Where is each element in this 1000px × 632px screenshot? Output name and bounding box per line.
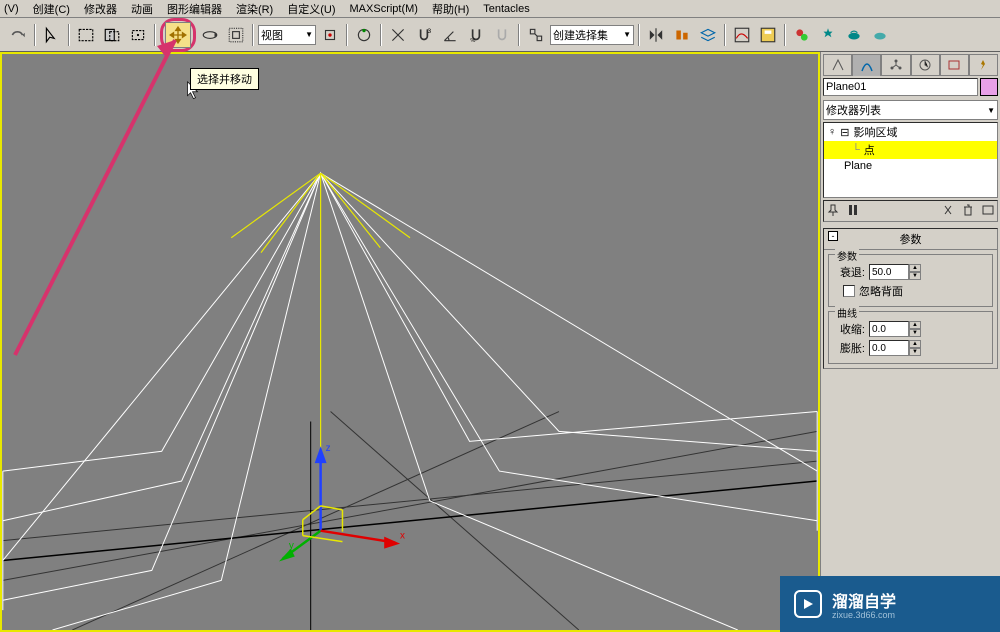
pinch-label: 收缩: bbox=[833, 321, 865, 337]
rollout-header[interactable]: - 参数 bbox=[824, 229, 997, 250]
collapse-icon[interactable]: - bbox=[828, 231, 838, 241]
use-pivot-center-button[interactable] bbox=[318, 22, 342, 48]
menu-view[interactable]: (V) bbox=[4, 3, 19, 15]
falloff-spinner[interactable]: ▲▼ bbox=[869, 264, 921, 280]
menu-create[interactable]: 创建(C) bbox=[33, 1, 70, 17]
window-crossing-button[interactable] bbox=[100, 22, 124, 48]
command-panel-tabs bbox=[823, 54, 998, 76]
modify-tab[interactable] bbox=[852, 54, 881, 76]
undo-button[interactable] bbox=[6, 22, 30, 48]
render-setup-button[interactable] bbox=[816, 22, 840, 48]
svg-text:z: z bbox=[326, 443, 331, 454]
ignore-backfacing-label: 忽略背面 bbox=[859, 283, 903, 299]
watermark-url: zixue.3d66.com bbox=[832, 610, 896, 620]
snap-toggle-button[interactable]: 3 bbox=[412, 22, 436, 48]
menu-tentacles[interactable]: Tentacles bbox=[483, 3, 529, 15]
mirror-button[interactable] bbox=[644, 22, 668, 48]
watermark-title: 溜溜自学 bbox=[832, 588, 896, 612]
object-name-input[interactable] bbox=[823, 78, 978, 96]
menu-help[interactable]: 帮助(H) bbox=[432, 1, 469, 17]
svg-text:3: 3 bbox=[427, 27, 431, 34]
select-and-rotate-button[interactable] bbox=[198, 22, 222, 48]
make-unique-icon[interactable] bbox=[941, 203, 955, 220]
named-selection-edit-button[interactable] bbox=[524, 22, 548, 48]
spinner-snap-button[interactable] bbox=[490, 22, 514, 48]
named-selection-dropdown[interactable]: 创建选择集▼ bbox=[550, 25, 634, 45]
command-panel: 修改器列表▼ ♀ ⊟ 影响区域 └ 点 Plane - 参数 参数 bbox=[820, 52, 1000, 632]
show-end-result-icon[interactable] bbox=[846, 203, 860, 220]
ignore-backfacing-checkbox[interactable] bbox=[843, 285, 855, 297]
modifier-stack-toolbar bbox=[823, 200, 998, 222]
align-button[interactable] bbox=[670, 22, 694, 48]
svg-text:%: % bbox=[470, 37, 475, 43]
configure-sets-icon[interactable] bbox=[981, 203, 995, 220]
utilities-tab[interactable] bbox=[969, 54, 998, 76]
remove-modifier-icon[interactable] bbox=[961, 203, 975, 220]
falloff-label: 衰退: bbox=[833, 264, 865, 280]
create-tab[interactable] bbox=[823, 54, 852, 76]
group-params-label: 参数 bbox=[835, 248, 859, 263]
schematic-view-button[interactable] bbox=[756, 22, 780, 48]
bubble-spinner[interactable]: ▲▼ bbox=[869, 340, 921, 356]
menu-customize[interactable]: 自定义(U) bbox=[287, 1, 335, 17]
keyboard-shortcut-button[interactable] bbox=[386, 22, 410, 48]
svg-text:x: x bbox=[400, 531, 405, 542]
layers-button[interactable] bbox=[696, 22, 720, 48]
svg-text:y: y bbox=[289, 541, 294, 552]
angle-snap-button[interactable] bbox=[438, 22, 462, 48]
stack-modifier-row[interactable]: ♀ ⊟ 影响区域 bbox=[824, 123, 997, 141]
menu-modifier[interactable]: 修改器 bbox=[84, 1, 117, 17]
render-last-button[interactable] bbox=[842, 22, 866, 48]
select-and-move-button[interactable] bbox=[160, 18, 196, 52]
menu-render[interactable]: 渲染(R) bbox=[236, 1, 273, 17]
stack-subobject-row[interactable]: └ 点 bbox=[824, 141, 997, 159]
modifier-stack[interactable]: ♀ ⊟ 影响区域 └ 点 Plane bbox=[823, 122, 998, 198]
menu-grapheditor[interactable]: 图形编辑器 bbox=[167, 1, 222, 17]
select-manipulate-button[interactable] bbox=[352, 22, 376, 48]
object-color-swatch[interactable] bbox=[980, 78, 998, 96]
bulb-icon: ♀ bbox=[828, 126, 836, 138]
play-icon bbox=[794, 590, 822, 618]
menu-bar: (V) 创建(C) 修改器 动画 图形编辑器 渲染(R) 自定义(U) MAXS… bbox=[0, 0, 1000, 18]
percent-snap-button[interactable]: % bbox=[464, 22, 488, 48]
pin-stack-icon[interactable] bbox=[826, 203, 840, 220]
tooltip: 选择并移动 bbox=[190, 68, 259, 90]
select-cursor-button[interactable] bbox=[40, 22, 64, 48]
watermark: 溜溜自学 zixue.3d66.com bbox=[780, 576, 1000, 632]
menu-anim[interactable]: 动画 bbox=[131, 1, 153, 17]
select-and-scale-button[interactable] bbox=[224, 22, 248, 48]
perspective-viewport[interactable]: z y x bbox=[0, 52, 820, 632]
pinch-spinner[interactable]: ▲▼ bbox=[869, 321, 921, 337]
hierarchy-tab[interactable] bbox=[881, 54, 910, 76]
menu-maxscript[interactable]: MAXScript(M) bbox=[350, 3, 418, 15]
display-tab[interactable] bbox=[940, 54, 969, 76]
motion-tab[interactable] bbox=[911, 54, 940, 76]
stack-base-row[interactable]: Plane bbox=[824, 159, 997, 173]
main-toolbar: 视图▼ 3 % 创建选择集▼ bbox=[0, 18, 1000, 52]
expand-icon[interactable]: ⊟ bbox=[840, 126, 849, 139]
reference-coord-dropdown[interactable]: 视图▼ bbox=[258, 25, 316, 45]
bubble-label: 膨胀: bbox=[833, 340, 865, 356]
curve-editor-button[interactable] bbox=[730, 22, 754, 48]
material-editor-button[interactable] bbox=[790, 22, 814, 48]
select-rect-button[interactable] bbox=[74, 22, 98, 48]
modifier-list-dropdown[interactable]: 修改器列表▼ bbox=[823, 100, 998, 120]
group-curve-label: 曲线 bbox=[835, 305, 859, 320]
select-region-button[interactable] bbox=[126, 22, 150, 48]
quick-render-button[interactable] bbox=[868, 22, 892, 48]
params-rollout: - 参数 参数 衰退: ▲▼ 忽略背面 曲线 收缩: bbox=[823, 228, 998, 369]
